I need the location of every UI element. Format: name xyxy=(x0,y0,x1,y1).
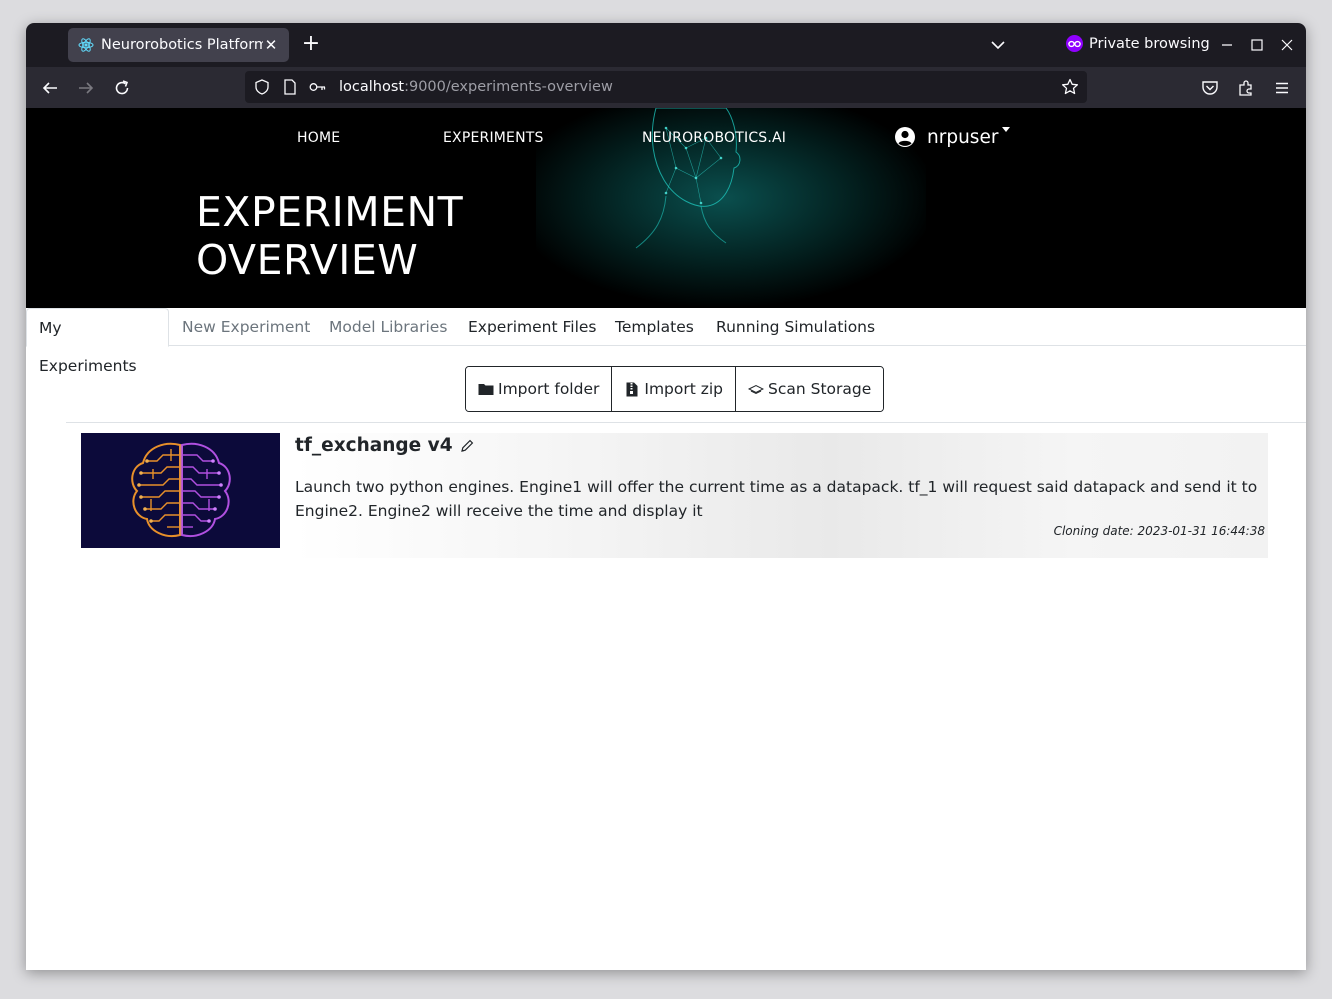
experiment-thumbnail xyxy=(81,433,280,548)
page-icon[interactable] xyxy=(281,78,299,96)
username: nrpuser xyxy=(927,126,999,148)
page-title-line2: OVERVIEW xyxy=(196,236,419,284)
key-icon[interactable] xyxy=(309,78,327,96)
tab-model-libraries: Model Libraries xyxy=(329,318,448,336)
reload-icon[interactable] xyxy=(111,77,133,99)
nav-link-home[interactable]: HOME xyxy=(297,130,340,146)
url-path: :9000/experiments-overview xyxy=(404,79,613,95)
maximize-icon[interactable] xyxy=(1247,35,1267,55)
url-text: localhost:9000/experiments-overview xyxy=(339,79,613,95)
tab-strip: Neurorobotics Platform ✕ + Private brows… xyxy=(26,23,1306,67)
experiment-description: Launch two python engines. Engine1 will … xyxy=(295,478,1258,520)
shield-icon[interactable] xyxy=(253,78,271,96)
layers-icon xyxy=(748,381,765,397)
import-zip-button[interactable]: Import zip xyxy=(612,367,737,411)
import-button-group: Import folder Import zip Scan Storage xyxy=(465,366,885,412)
file-zip-icon xyxy=(624,381,640,397)
extensions-icon[interactable] xyxy=(1235,77,1257,99)
nav-link-neurorobotics-ai[interactable]: NEUROROBOTICS.AI xyxy=(642,130,786,146)
forward-arrow-icon[interactable] xyxy=(75,77,97,99)
react-icon xyxy=(78,37,94,53)
section-divider xyxy=(66,422,1306,423)
experiment-title-text: tf_exchange v4 xyxy=(295,435,453,456)
menu-icon[interactable] xyxy=(1271,77,1293,99)
bookmark-star-icon[interactable] xyxy=(1061,78,1079,96)
pencil-icon[interactable] xyxy=(459,438,475,454)
tab-new-experiment: New Experiment xyxy=(182,318,311,336)
experiment-card[interactable]: tf_exchange v4 Launch two python engines… xyxy=(81,433,1268,558)
folder-icon xyxy=(478,381,494,397)
hero-banner: HOME EXPERIMENTS NEUROROBOTICS.AI nrpuse… xyxy=(26,108,1306,308)
experiment-tabs: My Experiments New Experiment Model Libr… xyxy=(26,308,1306,375)
import-folder-button[interactable]: Import folder xyxy=(466,367,613,411)
navigation-toolbar: localhost:9000/experiments-overview xyxy=(26,67,1306,108)
private-mask-icon xyxy=(1066,35,1083,52)
page-title: EXPERIMENT OVERVIEW xyxy=(196,188,463,284)
caret-down-icon xyxy=(1002,126,1011,132)
experiment-details: tf_exchange v4 Launch two python engines… xyxy=(295,433,1268,558)
pocket-icon[interactable] xyxy=(1199,77,1221,99)
private-browsing-indicator: Private browsing xyxy=(1066,35,1210,52)
scan-storage-button[interactable]: Scan Storage xyxy=(736,367,884,411)
tab-title: Neurorobotics Platform xyxy=(101,37,263,53)
tab-my-experiments[interactable]: My Experiments xyxy=(26,308,169,375)
minimize-icon[interactable] xyxy=(1217,35,1237,55)
back-arrow-icon[interactable] xyxy=(39,77,61,99)
url-host: localhost xyxy=(339,79,405,95)
new-tab-button[interactable]: + xyxy=(298,32,324,58)
brain-circuit-icon xyxy=(81,433,280,548)
tab-running-simulations[interactable]: Running Simulations xyxy=(704,308,887,346)
nav-link-experiments[interactable]: EXPERIMENTS xyxy=(443,130,544,146)
browser-tab[interactable]: Neurorobotics Platform ✕ xyxy=(68,28,289,62)
close-window-icon[interactable] xyxy=(1277,35,1297,55)
chevron-down-icon[interactable] xyxy=(988,35,1008,55)
browser-window: Neurorobotics Platform ✕ + Private brows… xyxy=(26,23,1306,970)
private-browsing-label: Private browsing xyxy=(1089,35,1210,52)
cloning-date: Cloning date: 2023-01-31 16:44:38 xyxy=(1053,524,1265,538)
top-navigation: HOME EXPERIMENTS NEUROROBOTICS.AI xyxy=(26,130,1306,150)
experiment-title: tf_exchange v4 xyxy=(295,435,475,456)
close-tab-icon[interactable]: ✕ xyxy=(263,36,279,54)
import-folder-label: Import folder xyxy=(498,380,600,398)
tab-experiment-files[interactable]: Experiment Files xyxy=(456,308,609,346)
import-zip-label: Import zip xyxy=(644,380,724,398)
tab-templates[interactable]: Templates xyxy=(603,308,706,346)
scan-storage-label: Scan Storage xyxy=(768,380,872,398)
url-bar[interactable]: localhost:9000/experiments-overview xyxy=(245,71,1087,103)
page-title-line1: EXPERIMENT xyxy=(196,188,464,236)
user-circle-icon xyxy=(894,126,916,148)
user-menu[interactable]: nrpuser xyxy=(894,126,1011,148)
